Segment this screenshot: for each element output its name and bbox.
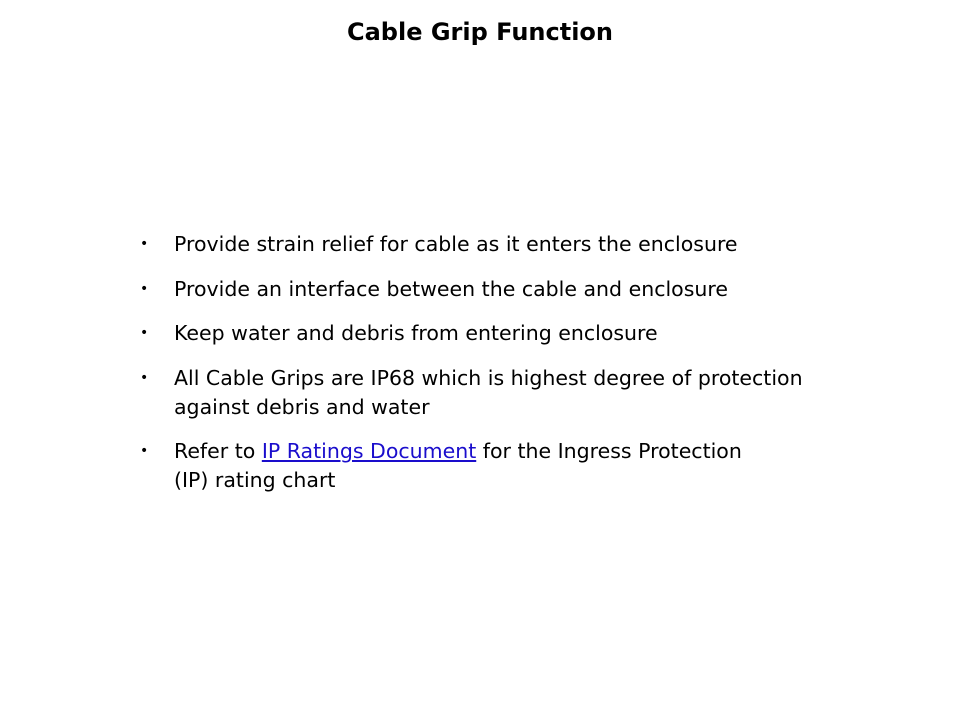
bullet-text: Provide strain relief for cable as it en… [174, 232, 738, 256]
bullet-icon: • [140, 369, 149, 386]
bullet-list: • Provide strain relief for cable as it … [136, 230, 856, 511]
bullet-item: • All Cable Grips are IP68 which is high… [136, 364, 814, 422]
bullet-item: • Provide strain relief for cable as it … [136, 230, 856, 259]
ip-ratings-document-link[interactable]: IP Ratings Document [262, 439, 476, 463]
bullet-icon: • [140, 325, 149, 341]
bullet-icon: • [140, 280, 149, 297]
bullet-text: All Cable Grips are IP68 which is highes… [174, 365, 803, 419]
bullet-text: Provide an interface between the cable a… [174, 276, 728, 301]
bullet-item: • Provide an interface between the cable… [136, 275, 856, 304]
bullet-text-prefix: Refer to [174, 439, 262, 463]
bullet-icon: • [140, 236, 149, 252]
slide-title: Cable Grip Function [346, 18, 613, 46]
bullet-text: Keep water and debris from entering encl… [174, 321, 658, 345]
bullet-icon: • [140, 443, 149, 459]
bullet-item: • Keep water and debris from entering en… [136, 319, 856, 348]
bullet-item: • Refer to IP Ratings Document for the I… [136, 437, 774, 495]
